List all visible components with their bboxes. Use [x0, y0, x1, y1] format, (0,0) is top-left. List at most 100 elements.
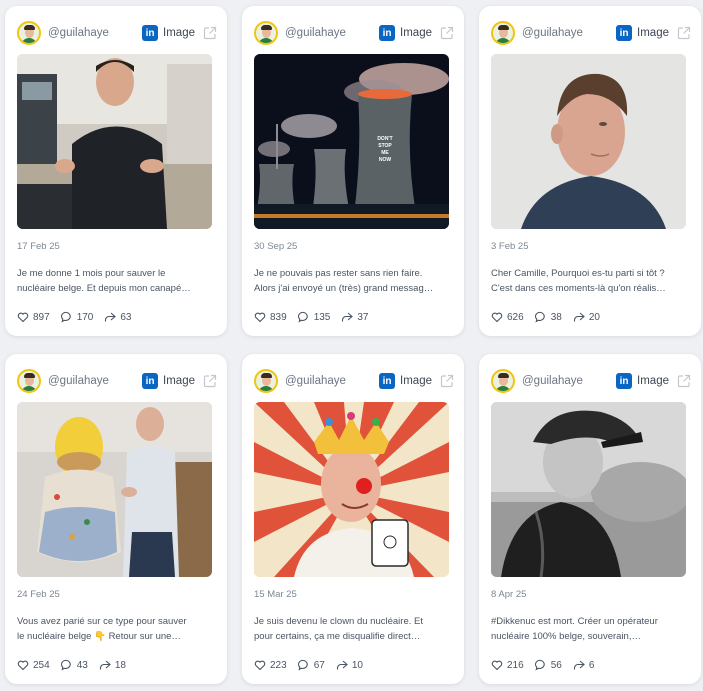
- post-text: #Dikkenuc est mort. Créer un opérateur n…: [491, 615, 685, 644]
- heart-icon: [17, 312, 29, 323]
- author-handle[interactable]: @guilahaye: [48, 375, 142, 387]
- post-date: 15 Mar 25: [254, 589, 297, 600]
- external-link-icon[interactable]: [677, 26, 691, 40]
- post-type-label: Image: [637, 375, 669, 387]
- share-icon: [336, 660, 348, 670]
- author-handle[interactable]: @guilahaye: [285, 27, 379, 39]
- post-image[interactable]: [17, 54, 212, 229]
- heart-icon: [254, 660, 266, 671]
- comment-icon: [60, 659, 71, 671]
- linkedin-icon: in: [616, 25, 633, 41]
- comments-count: 43: [76, 659, 88, 671]
- post-card[interactable]: @guilahaye in Image 24 Feb 25 Vous avez …: [5, 354, 227, 684]
- comments-count: 67: [313, 659, 325, 671]
- heart-icon: [491, 660, 503, 671]
- avatar[interactable]: [254, 369, 278, 393]
- comments-stat: 38: [534, 311, 562, 323]
- author-handle[interactable]: @guilahaye: [522, 27, 616, 39]
- shares-count: 6: [588, 659, 595, 671]
- post-image[interactable]: [491, 54, 686, 229]
- external-link-icon[interactable]: [440, 374, 454, 388]
- share-icon: [99, 660, 111, 670]
- post-text-line: Cher Camille, Pourquoi es-tu parti si tô…: [491, 268, 665, 279]
- shares-count: 37: [357, 311, 369, 323]
- post-text-line: Je suis devenu le clown du nucléaire. Et: [254, 616, 423, 627]
- avatar[interactable]: [254, 21, 278, 45]
- shares-count: 20: [588, 311, 600, 323]
- avatar[interactable]: [17, 21, 41, 45]
- posts-grid: @guilahaye in Image 17 Feb 25 Je me donn…: [0, 0, 703, 691]
- likes-stat: 839: [254, 311, 287, 323]
- card-header: @guilahaye in Image: [17, 19, 217, 47]
- likes-stat: 216: [491, 659, 524, 671]
- external-link-icon[interactable]: [440, 26, 454, 40]
- shares-count: 10: [351, 659, 363, 671]
- comments-count: 170: [76, 311, 94, 323]
- likes-count: 626: [507, 311, 524, 323]
- shares-stat: 20: [573, 311, 600, 323]
- post-card[interactable]: @guilahaye in Image DON'T STOP ME NOW 30…: [242, 6, 464, 336]
- post-type-label: Image: [163, 27, 195, 39]
- post-card[interactable]: @guilahaye in Image 17 Feb 25 Je me donn…: [5, 6, 227, 336]
- post-stats: 897 170 63: [17, 310, 143, 324]
- author-handle[interactable]: @guilahaye: [285, 375, 379, 387]
- linkedin-icon: in: [142, 25, 159, 41]
- post-image[interactable]: [491, 402, 686, 577]
- avatar[interactable]: [17, 369, 41, 393]
- post-stats: 254 43 18: [17, 658, 137, 672]
- heart-icon: [17, 660, 29, 671]
- heart-icon: [254, 312, 266, 323]
- linkedin-icon: in: [616, 373, 633, 389]
- comment-icon: [60, 311, 71, 323]
- post-stats: 223 67 10: [254, 658, 374, 672]
- shares-stat: 10: [336, 659, 363, 671]
- shares-stat: 6: [573, 659, 595, 671]
- image-text-line: STOP: [378, 143, 392, 149]
- comment-icon: [297, 311, 308, 323]
- post-date: 24 Feb 25: [17, 589, 60, 600]
- shares-stat: 63: [104, 311, 132, 323]
- image-text-line: NOW: [379, 157, 392, 163]
- share-icon: [342, 312, 354, 322]
- external-link-icon[interactable]: [203, 374, 217, 388]
- post-type-label: Image: [163, 375, 195, 387]
- shares-count: 18: [114, 659, 126, 671]
- post-text-line: #Dikkenuc est mort. Créer un opérateur: [491, 616, 658, 627]
- comments-stat: 43: [60, 659, 88, 671]
- post-date: 30 Sep 25: [254, 241, 298, 252]
- post-stats: 626 38 20: [491, 310, 611, 324]
- card-header: @guilahaye in Image: [491, 19, 691, 47]
- post-card[interactable]: @guilahaye in Image 3 Feb 25 Cher Camill…: [479, 6, 701, 336]
- card-header: @guilahaye in Image: [17, 367, 217, 395]
- post-card[interactable]: @guilahaye in Image 15 Mar 25 Je suis de…: [242, 354, 464, 684]
- post-type-label: Image: [400, 27, 432, 39]
- author-handle[interactable]: @guilahaye: [522, 375, 616, 387]
- shares-stat: 37: [341, 311, 369, 323]
- post-text-line: Alors j'ai envoyé un (très) grand messag…: [254, 282, 434, 294]
- author-handle[interactable]: @guilahaye: [48, 27, 142, 39]
- external-link-icon[interactable]: [677, 374, 691, 388]
- post-image[interactable]: [17, 402, 212, 577]
- post-image[interactable]: DON'T STOP ME NOW: [254, 54, 449, 229]
- post-image[interactable]: [254, 402, 449, 577]
- avatar[interactable]: [491, 369, 515, 393]
- avatar[interactable]: [491, 21, 515, 45]
- post-text-line: le nucléaire belge 👇 Retour sur une…: [17, 630, 181, 642]
- card-header: @guilahaye in Image: [491, 367, 691, 395]
- post-text-line: Vous avez parié sur ce type pour sauver: [17, 616, 187, 627]
- card-header: @guilahaye in Image: [254, 367, 454, 395]
- post-text: Cher Camille, Pourquoi es-tu parti si tô…: [491, 267, 685, 296]
- heart-icon: [491, 312, 503, 323]
- likes-count: 839: [270, 311, 287, 323]
- comments-stat: 170: [60, 311, 94, 323]
- comments-stat: 135: [297, 311, 331, 323]
- comments-stat: 67: [297, 659, 325, 671]
- external-link-icon[interactable]: [203, 26, 217, 40]
- post-card[interactable]: @guilahaye in Image 8 Apr 25 #Dikkenuc e…: [479, 354, 701, 684]
- linkedin-icon: in: [379, 373, 396, 389]
- image-text-line: DON'T: [377, 136, 392, 142]
- likes-stat: 223: [254, 659, 287, 671]
- share-icon: [573, 660, 585, 670]
- comments-count: 135: [313, 311, 331, 323]
- comments-count: 38: [550, 311, 562, 323]
